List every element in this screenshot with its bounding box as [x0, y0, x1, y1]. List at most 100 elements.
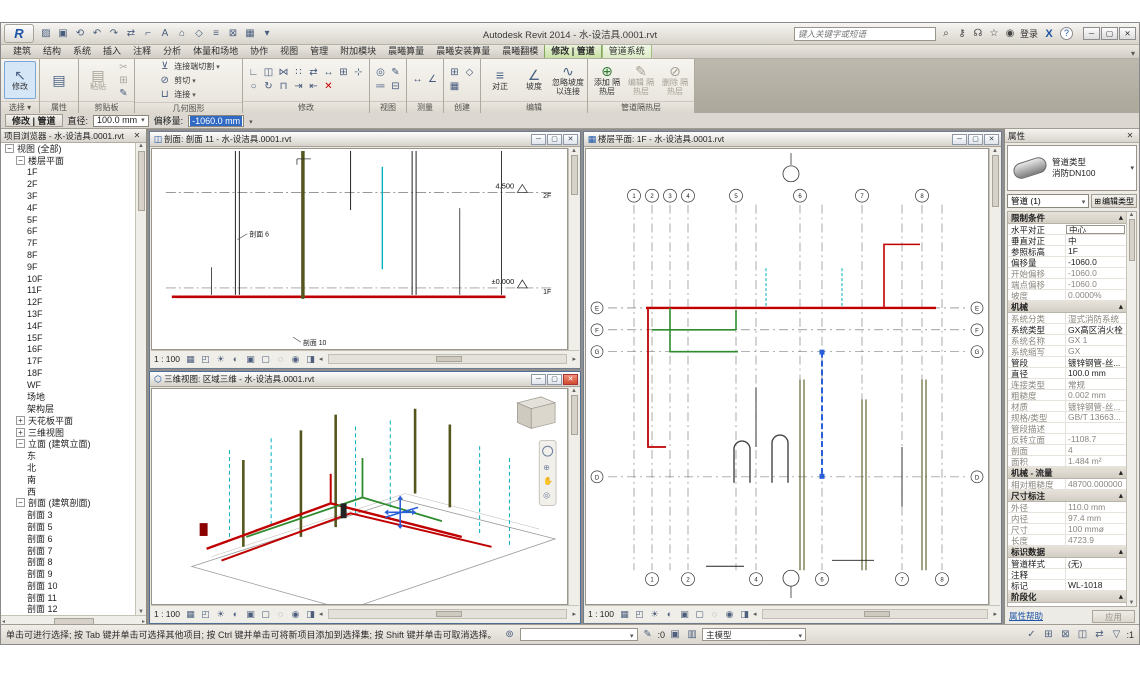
panel-label[interactable]: 几何图形 — [135, 102, 242, 114]
press-drag-icon[interactable]: ⊠ — [1058, 628, 1072, 642]
close-hidden-windows-icon[interactable]: ⊠ — [225, 26, 241, 42]
shadows-icon[interactable]: ◐ — [229, 608, 242, 621]
tab-0[interactable]: 建筑 — [7, 43, 37, 58]
application-menu-button[interactable]: R — [4, 24, 34, 43]
property-value[interactable]: 中 — [1065, 235, 1126, 245]
minimize-button[interactable]: ─ — [952, 134, 967, 145]
scroll-left-icon[interactable]: ◂ — [319, 355, 323, 363]
property-value[interactable]: 97.4 mm — [1065, 513, 1126, 523]
tree-item[interactable]: 剖面 8 — [1, 556, 135, 568]
property-value[interactable]: 4 — [1065, 445, 1126, 455]
measure-icon[interactable]: ⇄ — [123, 26, 139, 42]
editing-requests-icon[interactable]: ✎ — [641, 628, 655, 642]
undo-icon[interactable]: ↶ — [89, 26, 105, 42]
tab-9[interactable]: 管理 — [304, 43, 334, 58]
tree-item[interactable]: 6F — [1, 226, 135, 238]
user-icon[interactable]: ◉ — [1003, 27, 1017, 41]
analytical-model-icon[interactable]: ◨ — [738, 608, 751, 621]
property-section-header[interactable]: 标识数据▴ — [1008, 546, 1126, 558]
tree-item[interactable]: 11F — [1, 285, 135, 297]
detail-level-icon[interactable]: ▦ — [618, 608, 631, 621]
slope-button[interactable]: ∠坡度 — [518, 61, 550, 99]
property-value[interactable]: GX高区消火栓 — [1065, 324, 1126, 334]
property-value[interactable]: 常规 — [1065, 379, 1126, 389]
scale-label[interactable]: 1 : 100 — [588, 609, 614, 619]
tab-7[interactable]: 协作 — [244, 43, 274, 58]
create-similar-icon[interactable]: ◇ — [462, 66, 477, 79]
tab-12[interactable]: 晨曦安装算量 — [430, 43, 496, 58]
mirror-line-icon[interactable]: ∷ — [291, 66, 306, 79]
tree-item[interactable]: 14F — [1, 320, 135, 332]
select-pinned-icon[interactable]: ⇄ — [1092, 628, 1106, 642]
property-value[interactable]: 0.0000% — [1065, 290, 1126, 300]
property-section-header[interactable]: 尺寸标注▴ — [1008, 490, 1126, 502]
tree-item[interactable]: 剖面 5 — [1, 521, 135, 533]
trim-single-icon[interactable]: ⇥ — [291, 80, 306, 93]
active-only-icon[interactable]: ▣ — [668, 628, 682, 642]
sun-path-icon[interactable]: ☀ — [648, 608, 661, 621]
property-value[interactable]: GX — [1065, 346, 1126, 356]
panel-label[interactable]: 编辑 — [481, 101, 587, 113]
array-icon[interactable]: ⊞ — [336, 66, 351, 79]
temporary-hide-icon[interactable]: ◌ — [274, 608, 287, 621]
measure-along-icon[interactable]: ∠ — [425, 73, 440, 86]
tree-item[interactable]: −视图 (全部) — [1, 143, 135, 155]
close-button[interactable]: ✕ — [563, 374, 578, 385]
analytical-model-icon[interactable]: ◨ — [304, 353, 317, 366]
view-title-bar[interactable]: ◫ 剖面: 剖面 11 - 水-设洁具.0001.rvt ─▢✕ — [150, 132, 580, 147]
tree-toggle-icon[interactable]: − — [16, 498, 25, 507]
ribbon-minimize-icon[interactable]: ▾ — [1131, 49, 1135, 58]
trim-multi-icon[interactable]: ⇤ — [306, 80, 321, 93]
restore-button[interactable]: ▢ — [968, 134, 983, 145]
tree-item[interactable]: 8F — [1, 249, 135, 261]
tree-toggle-icon[interactable]: − — [5, 144, 14, 153]
search-icon[interactable]: ⌕ — [939, 27, 953, 41]
tree-item[interactable]: 1F — [1, 167, 135, 179]
tree-toggle-icon[interactable]: + — [16, 428, 25, 437]
exchange-apps-icon[interactable]: X — [1041, 28, 1057, 40]
view-horizontal-scrollbar[interactable] — [328, 609, 568, 619]
detail-level-icon[interactable]: ▦ — [184, 608, 197, 621]
tree-toggle-icon[interactable]: − — [16, 439, 25, 448]
tree-item[interactable]: +三维视图 — [1, 426, 135, 438]
scale-label[interactable]: 1 : 100 — [154, 609, 180, 619]
sync-with-central-icon[interactable]: ⟲ — [72, 26, 88, 42]
instance-filter-select[interactable]: 管道 (1) — [1007, 194, 1089, 208]
property-value[interactable]: 100 mmø — [1065, 524, 1126, 534]
browser-vertical-scrollbar[interactable]: ▲▼ — [135, 143, 146, 615]
view-vertical-scrollbar[interactable]: ▲ — [568, 148, 579, 350]
help-icon[interactable]: ? — [1060, 27, 1073, 40]
tree-item[interactable]: −楼层平面 — [1, 155, 135, 167]
tab-6[interactable]: 体量和场地 — [187, 43, 244, 58]
reveal-hidden-icon[interactable]: ◉ — [289, 608, 302, 621]
property-value[interactable]: 1.484 m² — [1065, 456, 1126, 466]
view-title-bar[interactable]: ⬡ 三维视图: 区域三维 - 水-设洁具.0001.rvt ─▢✕ — [150, 372, 580, 387]
tree-item[interactable]: 南 — [1, 473, 135, 485]
chevron-down-icon[interactable]: ▾ — [1130, 164, 1134, 172]
tab-11[interactable]: 晨曦算量 — [382, 43, 430, 58]
tree-item[interactable]: 架构层 — [1, 403, 135, 415]
thin-lines-icon[interactable]: ≡ — [208, 26, 224, 42]
property-value[interactable]: 镀锌钢管-丝... — [1065, 401, 1126, 411]
shadows-icon[interactable]: ◐ — [663, 608, 676, 621]
property-value[interactable] — [1065, 569, 1126, 579]
panel-label[interactable]: 剪贴板 — [79, 101, 134, 113]
tab-1[interactable]: 结构 — [37, 43, 67, 58]
property-value[interactable]: 镀锌钢管-丝... — [1065, 357, 1126, 367]
close-button[interactable]: ✕ — [984, 134, 999, 145]
tree-toggle-icon[interactable]: + — [16, 416, 25, 425]
panel-label[interactable]: 视图 — [370, 101, 406, 113]
shadows-icon[interactable]: ◐ — [229, 353, 242, 366]
join-button[interactable]: ⊔连接 — [157, 88, 220, 101]
text-icon[interactable]: A — [157, 26, 173, 42]
section-icon[interactable]: ◇ — [191, 26, 207, 42]
property-section-header[interactable]: 机械 - 流量▴ — [1008, 467, 1126, 479]
properties-button[interactable]: ▤ — [43, 61, 75, 99]
property-value[interactable]: 中心 — [1066, 225, 1125, 234]
tree-item[interactable]: 剖面 12 — [1, 603, 135, 615]
scroll-right-icon[interactable]: ▸ — [572, 610, 576, 618]
ignore-slope-button[interactable]: ∿忽略坡度 以连接 — [552, 61, 584, 99]
plan-canvas[interactable]: 12 34 56 78 12 46 78 EF GD EF GD — [585, 148, 989, 605]
minimize-button[interactable]: ─ — [531, 374, 546, 385]
analytical-model-icon[interactable]: ◨ — [304, 608, 317, 621]
